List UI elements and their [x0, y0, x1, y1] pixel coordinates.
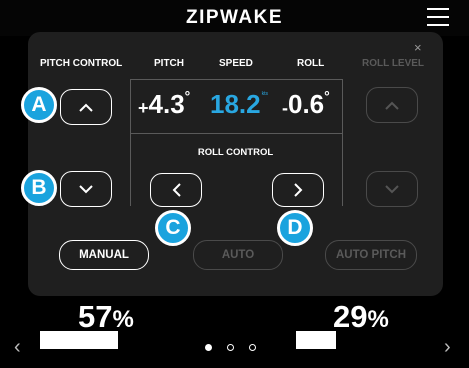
- speed-readout: 18.2 kts: [210, 88, 268, 120]
- chevron-up-icon: [79, 103, 93, 112]
- chevron-down-icon: [79, 184, 93, 193]
- callout-marker-c: C: [155, 210, 191, 246]
- speed-unit: kts: [261, 91, 268, 97]
- pitch-unit: °: [184, 88, 191, 104]
- auto-mode-button[interactable]: AUTO: [193, 240, 283, 270]
- left-interceptor-fill: [40, 331, 119, 349]
- right-interceptor-percent: 29%: [333, 299, 389, 335]
- callout-marker-d: D: [277, 210, 313, 246]
- previous-page-arrow-icon[interactable]: ‹: [14, 336, 21, 359]
- roll-right-button[interactable]: [272, 173, 324, 207]
- page-dot[interactable]: [227, 344, 234, 351]
- pitch-control-label: PITCH CONTROL: [40, 58, 123, 69]
- pitch-down-button[interactable]: [60, 171, 112, 207]
- brand-logo: ZIPWAKE: [185, 7, 284, 28]
- callout-marker-a: A: [21, 87, 57, 123]
- left-interceptor-bar: [40, 331, 177, 349]
- right-interceptor-unit: %: [367, 306, 389, 333]
- right-interceptor-fill: [296, 331, 336, 349]
- speed-label: SPEED: [219, 58, 253, 69]
- left-interceptor-value: 57: [78, 299, 113, 334]
- pitch-value: 4.3: [148, 89, 185, 119]
- divider-top: [130, 79, 343, 80]
- roll-level-down-button[interactable]: [366, 171, 418, 207]
- chevron-down-icon: [385, 184, 399, 193]
- roll-level-label: ROLL LEVEL: [362, 58, 425, 69]
- divider-right: [342, 79, 343, 206]
- roll-value: 0.6: [288, 89, 325, 119]
- page-dot[interactable]: [205, 344, 212, 351]
- close-icon[interactable]: ×: [414, 40, 422, 55]
- page-indicator: [205, 344, 256, 351]
- pitch-label: PITCH: [154, 58, 184, 69]
- callout-marker-b: B: [21, 170, 57, 206]
- auto-pitch-mode-button[interactable]: AUTO PITCH: [325, 240, 417, 270]
- left-interceptor-percent: 57%: [78, 299, 134, 335]
- pitch-up-button[interactable]: [60, 89, 112, 125]
- divider-left: [130, 79, 131, 206]
- divider-middle: [130, 133, 343, 134]
- roll-left-button[interactable]: [150, 173, 202, 207]
- pitch-sign: +: [138, 98, 149, 118]
- roll-label: ROLL: [297, 58, 325, 69]
- next-page-arrow-icon[interactable]: ›: [444, 336, 451, 359]
- left-interceptor-unit: %: [112, 306, 134, 333]
- page-dot[interactable]: [249, 344, 256, 351]
- right-interceptor-value: 29: [333, 299, 368, 334]
- manual-mode-button[interactable]: MANUAL: [59, 240, 149, 270]
- speed-value: 18.2: [210, 89, 261, 119]
- roll-unit: °: [324, 88, 330, 104]
- chevron-left-icon: [172, 183, 181, 197]
- chevron-up-icon: [385, 101, 399, 110]
- roll-level-up-button[interactable]: [366, 87, 418, 123]
- top-bar: ZIPWAKE: [0, 0, 469, 36]
- roll-control-label: ROLL CONTROL: [197, 147, 274, 158]
- roll-readout: - 0.6 °: [282, 88, 330, 120]
- pitch-readout: + 4.3 °: [138, 88, 190, 120]
- hamburger-menu-icon[interactable]: [427, 8, 449, 26]
- chevron-right-icon: [293, 183, 302, 197]
- right-interceptor-bar: [296, 331, 433, 349]
